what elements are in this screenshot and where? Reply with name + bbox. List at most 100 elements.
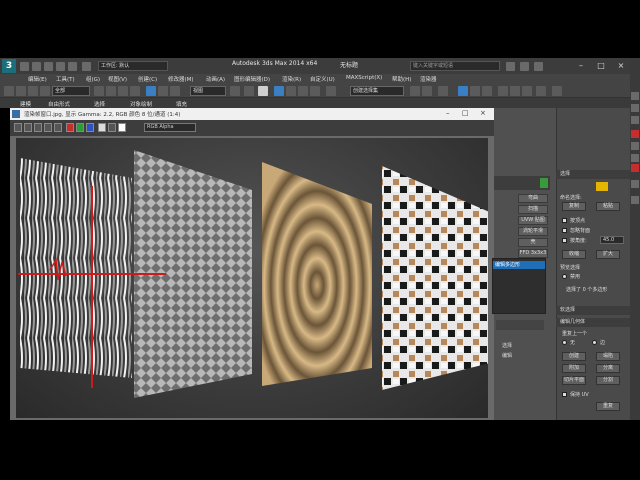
angle-snap-icon[interactable] [286,86,296,96]
minimize-button[interactable]: – [574,60,588,71]
strip-tool-icon[interactable] [631,104,639,112]
named-selection-set-dropdown[interactable]: 创建选择集 [350,86,404,96]
keyboard-shortcut-icon[interactable] [258,86,268,96]
modifier-bend-button[interactable]: 弯曲 [518,194,548,203]
frame-maximize-button[interactable]: □ [462,109,469,117]
clone-frame-icon[interactable] [34,123,42,132]
tab-modeling[interactable]: 建模 [20,100,31,108]
constraint-edge-radio[interactable] [592,340,597,345]
save-image-icon[interactable] [14,123,22,132]
soft-selection-header[interactable]: 软选择 [556,306,630,315]
constraint-none-radio[interactable] [562,340,567,345]
menu-rendering[interactable]: 渲染(R) [282,75,301,83]
strip-red-tool-icon[interactable] [631,164,639,172]
shrink-button[interactable]: 收缩 [562,250,586,259]
strip-tool-icon[interactable] [631,92,639,100]
create-button[interactable]: 创建 [562,352,586,361]
menu-tools[interactable]: 工具(T) [56,75,75,83]
select-rotate-icon[interactable] [158,86,168,96]
paste-selection-button[interactable]: 粘贴 [596,202,620,211]
tab-object-paint[interactable]: 对象绘制 [130,100,152,108]
strip-red-tool-icon[interactable] [631,130,639,138]
reference-coordinate-dropdown[interactable]: 视图 [190,86,226,96]
print-icon[interactable] [44,123,52,132]
pivot-center-icon[interactable] [230,86,240,96]
menu-animation[interactable]: 动画(A) [206,75,225,83]
open-file-icon[interactable] [32,62,41,71]
undo-tool-icon[interactable] [4,86,14,96]
strip-tool-icon[interactable] [631,116,639,124]
workspace-dropdown[interactable]: 工作区: 默认 [98,61,168,71]
attach-button[interactable]: 附加 [562,364,586,373]
render-iterative-icon[interactable] [552,86,562,96]
element-mode-icon[interactable] [596,182,608,191]
select-scale-icon[interactable] [170,86,180,96]
material-editor-icon[interactable] [498,86,508,96]
edit-named-selection-icon[interactable] [326,86,336,96]
selection-filter-dropdown[interactable]: 全部 [52,86,90,96]
app-logo-icon[interactable]: 3 [2,59,16,73]
repeat-last-label[interactable]: 重复上一个 [562,330,587,337]
snaps-toggle-icon[interactable] [274,86,284,96]
close-button[interactable]: × [614,60,628,71]
strip-tool-icon[interactable] [631,154,639,162]
menu-edit[interactable]: 编辑(E) [28,75,47,83]
strip-tool-icon[interactable] [631,142,639,150]
strip-tool-icon[interactable] [631,196,639,204]
frame-minimize-button[interactable]: – [446,109,450,117]
clear-icon[interactable] [54,123,62,132]
mirror-icon[interactable] [410,86,420,96]
graphite-toggle-icon[interactable] [458,86,468,96]
redo-icon[interactable] [68,62,77,71]
percent-snap-icon[interactable] [298,86,308,96]
rect-selection-icon[interactable] [118,86,128,96]
modifier-stack-selected[interactable]: 编辑多边形 [493,261,545,269]
modifier-stack-list[interactable]: 编辑多边形 [492,258,546,314]
curve-editor-icon[interactable] [470,86,480,96]
ignore-backfacing-checkbox[interactable] [562,228,567,233]
project-folder-icon[interactable] [82,62,91,71]
menu-help[interactable]: 帮助(H) [392,75,411,83]
binoculars-icon[interactable] [506,62,515,71]
layer-manager-icon[interactable] [438,86,448,96]
menu-create[interactable]: 创建(C) [138,75,157,83]
maximize-button[interactable]: □ [594,60,608,71]
align-icon[interactable] [422,86,432,96]
copy-image-icon[interactable] [24,123,32,132]
menu-customize[interactable]: 自定义(U) [310,75,335,83]
new-file-icon[interactable] [20,62,29,71]
preview-off-radio[interactable] [562,274,567,279]
undo-icon[interactable] [56,62,65,71]
modifier-uvw-button[interactable]: UVW 贴图 [518,216,548,225]
help-icon[interactable] [534,62,543,71]
split-button[interactable]: 分割 [596,376,620,385]
unlink-icon[interactable] [40,86,50,96]
rendered-frame-window-icon[interactable] [522,86,532,96]
render-setup-icon[interactable] [510,86,520,96]
redo-tool-icon[interactable] [16,86,26,96]
collapse-button[interactable]: 塌陷 [596,352,620,361]
preserve-uvs-checkbox[interactable] [562,392,567,397]
alpha-channel-icon[interactable] [98,123,106,132]
red-channel-icon[interactable] [66,123,74,132]
slice-plane-button[interactable]: 切片平面 [562,376,586,385]
select-by-name-icon[interactable] [106,86,116,96]
menu-renderer[interactable]: 渲染器 [420,75,437,83]
channel-display-dropdown[interactable]: RGB Alpha [144,123,196,132]
menu-graph-editors[interactable]: 图形编辑器(D) [234,75,270,83]
green-channel-icon[interactable] [76,123,84,132]
detach-button[interactable]: 分离 [596,364,620,373]
modifier-ffd-button[interactable]: FFD 3x3x3 [518,249,548,258]
menu-modifiers[interactable]: 修改器(M) [168,75,194,83]
strip-tool-icon[interactable] [631,180,639,188]
tab-selection[interactable]: 选择 [94,100,105,108]
by-vertex-checkbox[interactable] [562,218,567,223]
modifier-turbosmooth-button[interactable]: 涡轮平滑 [518,227,548,236]
window-crossing-icon[interactable] [130,86,140,96]
modifier-sweep-button[interactable]: 扫描 [518,205,548,214]
blue-channel-icon[interactable] [86,123,94,132]
spinner-snap-icon[interactable] [310,86,320,96]
search-input[interactable]: 键入关键字或短语 [410,61,500,71]
menu-views[interactable]: 视图(V) [108,75,127,83]
select-manipulate-icon[interactable] [244,86,254,96]
